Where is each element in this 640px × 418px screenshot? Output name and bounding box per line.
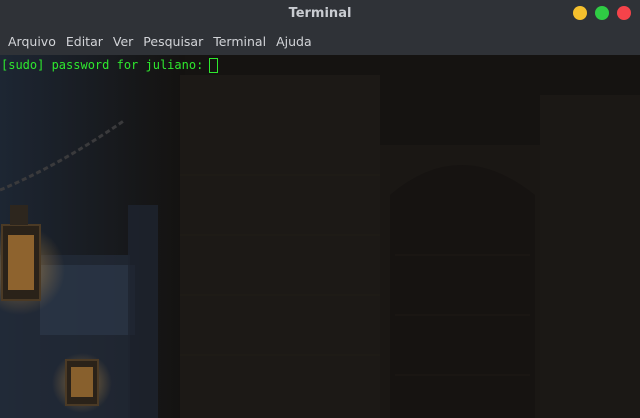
menu-arquivo[interactable]: Arquivo — [3, 28, 61, 55]
menu-bar: Arquivo Editar Ver Pesquisar Terminal Aj… — [0, 28, 640, 55]
terminal-output-area[interactable]: [sudo] password for juliano: — [0, 55, 640, 418]
maximize-button[interactable] — [595, 6, 609, 20]
background-wallpaper — [0, 55, 640, 418]
sudo-password-prompt: [sudo] password for juliano: — [1, 58, 204, 72]
menu-editar[interactable]: Editar — [61, 28, 108, 55]
close-button[interactable] — [617, 6, 631, 20]
window-title: Terminal — [288, 6, 352, 21]
menu-ver[interactable]: Ver — [108, 28, 138, 55]
menu-pesquisar[interactable]: Pesquisar — [138, 28, 208, 55]
text-cursor — [209, 58, 219, 73]
menu-ajuda[interactable]: Ajuda — [271, 28, 317, 55]
minimize-button[interactable] — [573, 6, 587, 20]
title-bar[interactable]: Terminal — [0, 0, 640, 28]
terminal-window: Terminal Arquivo Editar Ver Pesquisar Te… — [0, 0, 640, 418]
menu-terminal[interactable]: Terminal — [208, 28, 271, 55]
terminal-prompt-line: [sudo] password for juliano: — [1, 57, 219, 74]
